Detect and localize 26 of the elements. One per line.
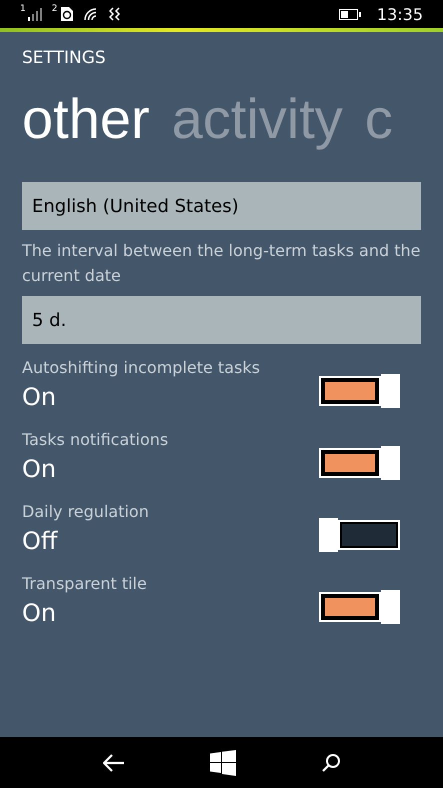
- no-sim-icon: [59, 7, 74, 21]
- battery-icon: [338, 8, 361, 20]
- back-button[interactable]: [102, 754, 124, 772]
- toggle-switch[interactable]: [319, 590, 400, 624]
- toggle-state: Off: [22, 527, 59, 555]
- toggle-switch[interactable]: [319, 518, 400, 552]
- toggle-switch[interactable]: [319, 374, 400, 408]
- toggle-state: On: [22, 599, 58, 627]
- toggle-state: On: [22, 455, 58, 483]
- language-dropdown[interactable]: English (United States): [22, 182, 421, 230]
- toggle-switch[interactable]: [319, 446, 400, 480]
- signal-icon: [28, 7, 42, 21]
- windows-button[interactable]: [210, 750, 236, 776]
- page-title: SETTINGS: [22, 48, 107, 68]
- search-button[interactable]: [320, 752, 340, 772]
- setting-label: Transparent tile: [22, 574, 147, 593]
- sim-number: 1: [20, 4, 26, 14]
- interval-label: The interval between the long-term tasks and the current date: [22, 240, 421, 287]
- setting-label: Daily regulation: [22, 502, 149, 521]
- clock-time: 13:35: [376, 4, 423, 24]
- pivot-tab[interactable]: other: [22, 86, 150, 150]
- interval-dropdown[interactable]: 5 d.: [22, 296, 421, 344]
- setting-label: Tasks notifications: [22, 430, 168, 449]
- setting-label: Autoshifting incomplete tasks: [22, 358, 260, 377]
- sim-number: 2: [52, 4, 58, 14]
- toggle-state: On: [22, 383, 58, 411]
